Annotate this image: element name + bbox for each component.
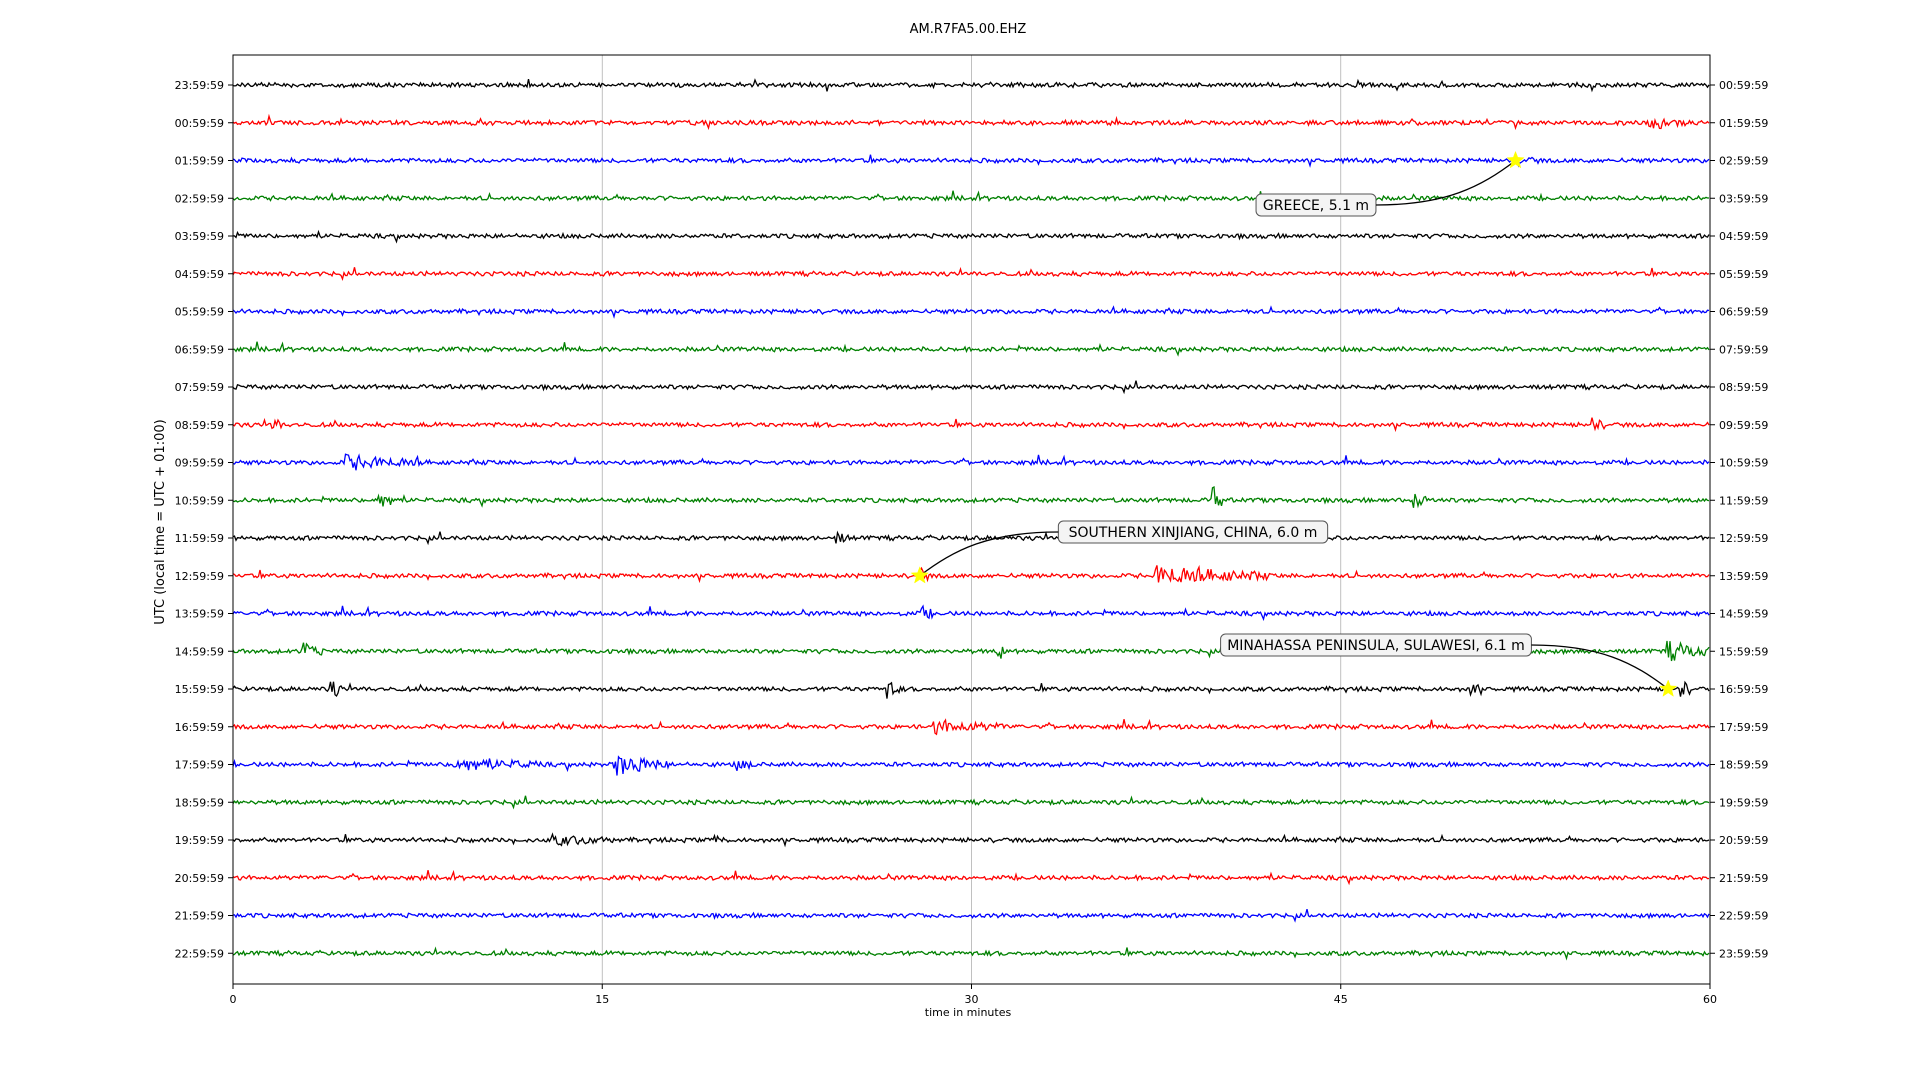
chart-title: AM.R7FA5.00.EHZ (910, 22, 1027, 37)
right-row-label: 06:59:59 (1719, 306, 1768, 319)
event-star-marker (1658, 679, 1678, 697)
right-row-label: 23:59:59 (1719, 947, 1768, 960)
left-row-label: 17:59:59 (175, 759, 224, 772)
right-row-label: 01:59:59 (1719, 117, 1768, 130)
right-row-label: 17:59:59 (1719, 721, 1768, 734)
trace-row-11 (232, 485, 1710, 509)
left-row-label: 23:59:59 (175, 79, 224, 92)
x-tick-label: 45 (1334, 993, 1348, 1006)
left-row-label: 20:59:59 (175, 872, 224, 885)
trace-row-8 (232, 380, 1710, 395)
x-axis-label: time in minutes (925, 1006, 1012, 1019)
trace-row-10 (232, 453, 1710, 471)
trace-row-17 (232, 718, 1710, 736)
trace-row-22 (232, 908, 1710, 923)
left-row-label: 11:59:59 (175, 532, 224, 545)
trace-row-20 (232, 832, 1710, 848)
left-row-label: 21:59:59 (175, 910, 224, 923)
x-tick-label: 0 (230, 993, 237, 1006)
left-row-label: 14:59:59 (175, 645, 224, 658)
left-row-label: 19:59:59 (175, 834, 224, 847)
left-row-label: 03:59:59 (175, 230, 224, 243)
left-row-label: 13:59:59 (175, 608, 224, 621)
right-row-label: 10:59:59 (1719, 457, 1768, 470)
left-row-label: 00:59:59 (175, 117, 224, 130)
trace-row-7 (232, 341, 1710, 357)
trace-row-16 (232, 680, 1710, 699)
x-tick-label: 30 (965, 993, 979, 1006)
right-row-label: 00:59:59 (1719, 79, 1768, 92)
grid-lines (601, 55, 1342, 984)
y-axis-label: UTC (local time = UTC + 01:00) (153, 419, 168, 624)
trace-row-0 (232, 78, 1710, 93)
trace-row-14 (232, 604, 1710, 622)
trace-row-3 (232, 190, 1709, 203)
trace-row-23 (232, 946, 1710, 961)
right-row-label: 16:59:59 (1719, 683, 1768, 696)
right-row-label: 20:59:59 (1719, 834, 1768, 847)
event-annotation-2: MINAHASSA PENINSULA, SULAWESI, 6.1 m (1220, 633, 1678, 697)
right-row-label: 07:59:59 (1719, 343, 1768, 356)
event-star-marker (910, 566, 930, 584)
trace-row-18 (232, 755, 1710, 776)
right-row-label: 04:59:59 (1719, 230, 1768, 243)
left-row-label: 02:59:59 (175, 192, 224, 205)
trace-row-12 (232, 530, 1710, 546)
trace-row-21 (232, 869, 1710, 886)
right-row-label: 21:59:59 (1719, 872, 1768, 885)
x-tick-label: 60 (1703, 993, 1717, 1006)
left-row-label: 01:59:59 (175, 155, 224, 168)
trace-row-9 (232, 417, 1710, 433)
left-row-label: 04:59:59 (175, 268, 224, 281)
event-label: SOUTHERN XINJIANG, CHINA, 6.0 m (1069, 525, 1318, 541)
left-row-label: 15:59:59 (175, 683, 224, 696)
left-row-label: 16:59:59 (175, 721, 224, 734)
x-tick-label: 15 (595, 993, 609, 1006)
right-row-label: 13:59:59 (1719, 570, 1768, 583)
right-row-label: 14:59:59 (1719, 608, 1768, 621)
left-row-label: 06:59:59 (175, 343, 224, 356)
event-label: MINAHASSA PENINSULA, SULAWESI, 6.1 m (1227, 638, 1525, 654)
left-row-label: 18:59:59 (175, 796, 224, 809)
seismogram-chart: AM.R7FA5.00.EHZ time in minutes UTC (loc… (0, 0, 1920, 1080)
helicorder-plot: AM.R7FA5.00.EHZ time in minutes UTC (loc… (153, 22, 1768, 1019)
right-row-label: 02:59:59 (1719, 155, 1768, 168)
trace-row-1 (232, 113, 1710, 131)
trace-row-2 (232, 154, 1710, 168)
right-row-label: 19:59:59 (1719, 796, 1768, 809)
right-row-label: 12:59:59 (1719, 532, 1768, 545)
left-row-label: 05:59:59 (175, 306, 224, 319)
trace-row-19 (232, 795, 1710, 810)
traces (232, 78, 1710, 961)
left-row-label: 12:59:59 (175, 570, 224, 583)
trace-row-13 (232, 564, 1710, 584)
left-row-label: 22:59:59 (175, 947, 224, 960)
left-row-label: 08:59:59 (175, 419, 224, 432)
right-row-label: 22:59:59 (1719, 910, 1768, 923)
right-row-label: 18:59:59 (1719, 759, 1768, 772)
trace-row-6 (232, 305, 1710, 319)
trace-row-4 (233, 229, 1710, 244)
right-row-label: 08:59:59 (1719, 381, 1768, 394)
left-row-label: 09:59:59 (175, 457, 224, 470)
right-row-label: 09:59:59 (1719, 419, 1768, 432)
left-row-label: 07:59:59 (175, 381, 224, 394)
event-label: GREECE, 5.1 m (1263, 198, 1369, 214)
right-row-label: 15:59:59 (1719, 645, 1768, 658)
trace-row-5 (232, 266, 1710, 281)
right-row-label: 11:59:59 (1719, 494, 1768, 507)
left-row-label: 10:59:59 (175, 494, 224, 507)
right-row-label: 03:59:59 (1719, 192, 1768, 205)
right-row-label: 05:59:59 (1719, 268, 1768, 281)
